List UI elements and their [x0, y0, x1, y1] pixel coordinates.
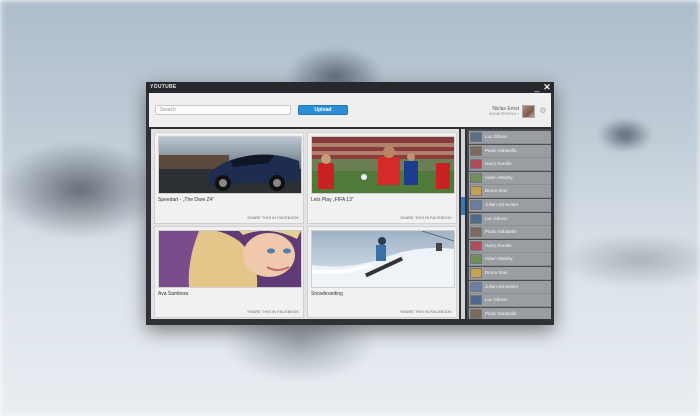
friend-list-item[interactable]: Julian Schneider [469, 280, 551, 294]
video-thumbnail-snow[interactable] [311, 230, 455, 288]
show-profile-link[interactable]: SHOW PROFILE > [485, 112, 519, 116]
friend-name[interactable]: Luc Gibson [485, 216, 508, 221]
friend-list-item[interactable]: Bruno Stan [469, 267, 551, 280]
video-title[interactable]: Ava Sambora [158, 291, 188, 297]
gear-icon[interactable]: ⚙ [539, 107, 547, 115]
friend-name[interactable]: Julian Schneider [485, 202, 518, 207]
friend-list-item[interactable]: Harry Rundle [469, 158, 551, 172]
friend-name[interactable]: Harry Rundle [485, 161, 512, 166]
video-thumbnail-car[interactable] [158, 136, 302, 194]
upload-button[interactable]: Upload [298, 105, 348, 115]
friend-list-item[interactable]: Adam Walshy [469, 171, 551, 185]
share-facebook-link[interactable]: SHARE THIS IN FACEBOOK [400, 216, 452, 220]
avatar[interactable] [522, 105, 535, 118]
friend-name[interactable]: Paolo Sabatella [485, 311, 517, 316]
search-input[interactable] [155, 105, 291, 115]
friend-avatar[interactable] [470, 172, 482, 183]
friend-list-item[interactable]: Paolo Sabatella [469, 144, 551, 158]
friend-name[interactable]: Paolo Sabatella [485, 229, 517, 234]
friend-list-item[interactable]: Adam Walshy [469, 253, 551, 267]
friend-name[interactable]: Adam Walshy [485, 175, 513, 180]
friend-avatar[interactable] [470, 132, 482, 142]
share-facebook-link[interactable]: SHARE THIS IN FACEBOOK [247, 310, 299, 314]
video-card[interactable]: Lets Play „FIFA 13“ SHARE THIS IN FACEBO… [307, 132, 457, 224]
video-title[interactable]: Speedart - „The Dare Z4“ [158, 197, 214, 203]
video-grid: Speedart - „The Dare Z4“ SHARE THIS IN F… [151, 129, 459, 319]
friend-avatar[interactable] [470, 200, 482, 210]
friend-avatar[interactable] [470, 159, 482, 170]
friend-name[interactable]: Paolo Sabatella [485, 148, 517, 153]
video-scrollbar[interactable] [461, 129, 465, 319]
header: Upload Niclas Ernst SHOW PROFILE > ⚙ [149, 93, 551, 127]
minimize-button[interactable]: _ [532, 82, 542, 93]
friend-avatar[interactable] [470, 145, 482, 156]
video-card[interactable]: Snowboarding SHARE THIS IN FACEBOOK [307, 226, 457, 318]
friend-name[interactable]: Julian Schneider [485, 284, 518, 289]
friend-avatar[interactable] [470, 186, 482, 197]
friend-avatar[interactable] [470, 268, 482, 278]
friend-list-item[interactable]: Luc Gibson [469, 294, 551, 308]
video-title[interactable]: Snowboarding [311, 291, 343, 297]
friend-name[interactable]: Bruno Stan [485, 188, 508, 193]
friend-avatar[interactable] [470, 227, 482, 238]
video-card[interactable]: Ava Sambora SHARE THIS IN FACEBOOK [154, 226, 304, 318]
friend-name[interactable]: Luc Gibson [485, 297, 508, 302]
friend-name[interactable]: Harry Rundle [485, 243, 512, 248]
app-title: YOUTUBE [150, 84, 177, 90]
friends-sidebar: Luc Gibson Paolo Sabatella Harry Rundle Ada… [467, 129, 551, 319]
share-facebook-link[interactable]: SHARE THIS IN FACEBOOK [400, 310, 452, 314]
friend-name[interactable]: Bruno Stan [485, 270, 508, 275]
title-bar: YOUTUBE _ ✕ [146, 82, 554, 93]
share-facebook-link[interactable]: SHARE THIS IN FACEBOOK [247, 216, 299, 220]
video-thumbnail-football[interactable] [311, 136, 455, 194]
friend-avatar[interactable] [470, 240, 482, 251]
friend-list-item[interactable]: Luc Gibson [469, 131, 551, 144]
friend-avatar[interactable] [470, 213, 482, 224]
friend-avatar[interactable] [470, 281, 482, 292]
friend-name[interactable]: Adam Walshy [485, 256, 513, 261]
friend-avatar[interactable] [470, 254, 482, 265]
friend-name[interactable]: Luc Gibson [485, 134, 508, 139]
close-button[interactable]: ✕ [542, 82, 552, 93]
app-window: YOUTUBE _ ✕ Upload Niclas Ernst SHOW PRO… [146, 82, 554, 325]
content-area: Speedart - „The Dare Z4“ SHARE THIS IN F… [149, 127, 551, 321]
friend-list-item[interactable]: Julian Schneider [469, 199, 551, 212]
video-title[interactable]: Lets Play „FIFA 13“ [311, 197, 354, 203]
video-thumbnail-portrait[interactable] [158, 230, 302, 288]
friend-avatar[interactable] [470, 308, 482, 319]
video-card[interactable]: Speedart - „The Dare Z4“ SHARE THIS IN F… [154, 132, 304, 224]
friend-list-item[interactable]: Paolo Sabatella [469, 226, 551, 240]
friend-list-item[interactable]: Harry Rundle [469, 239, 551, 253]
friend-avatar[interactable] [470, 295, 482, 306]
scrollbar-thumb[interactable] [461, 197, 465, 215]
friend-list-item[interactable]: Paolo Sabatella [469, 307, 551, 319]
friend-list-item[interactable]: Luc Gibson [469, 212, 551, 226]
friend-list-item[interactable]: Bruno Stan [469, 185, 551, 199]
